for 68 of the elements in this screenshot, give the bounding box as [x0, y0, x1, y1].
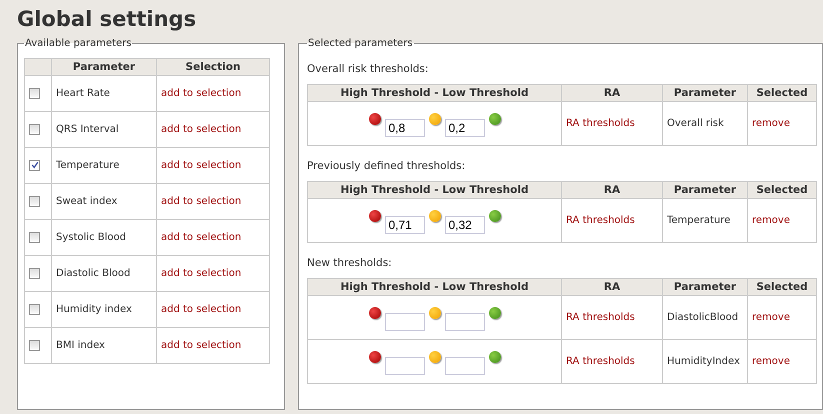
column-header: High Threshold - Low Threshold [308, 278, 562, 296]
checkbox[interactable] [29, 304, 40, 315]
column-header: RA [562, 278, 662, 296]
parameter-cell: Overall risk [662, 102, 748, 146]
column-header: High Threshold - Low Threshold [308, 182, 562, 198]
parameter-cell: Humidity index [52, 292, 156, 328]
ra-thresholds-link[interactable]: RA thresholds [566, 356, 635, 367]
high-threshold-field[interactable] [384, 357, 424, 375]
section-heading: Overall risk thresholds: [307, 63, 430, 75]
remove-link[interactable]: remove [752, 118, 790, 129]
section-heading: Previously defined thresholds: [307, 160, 466, 172]
ball-icon [428, 307, 440, 319]
column-header: Selected [748, 182, 816, 198]
high-threshold-field[interactable] [384, 313, 424, 331]
ball-icon [368, 351, 380, 363]
low-threshold-field[interactable]: 0,32 [444, 216, 484, 234]
ball-icon [428, 351, 440, 363]
parameter-cell: Temperature [52, 148, 156, 184]
panel-legend: Selected parameters [307, 38, 414, 49]
column-header: Parameter [662, 278, 748, 296]
ball-icon [488, 113, 500, 125]
high-threshold-field[interactable]: 0,8 [384, 119, 424, 137]
remove-link[interactable]: remove [752, 215, 790, 226]
ra-thresholds-link[interactable]: RA thresholds [566, 312, 635, 323]
parameter-cell: QRS Interval [52, 112, 156, 148]
checkbox[interactable] [29, 160, 40, 171]
low-threshold-field[interactable]: 0,2 [444, 119, 484, 137]
checkbox[interactable] [29, 340, 40, 351]
parameter-cell: DiastolicBlood [662, 296, 748, 340]
ball-icon [428, 210, 440, 222]
parameter-cell: Systolic Blood [52, 220, 156, 256]
ra-thresholds-link[interactable]: RA thresholds [566, 118, 635, 129]
column-header: Selection [156, 58, 270, 76]
column-header: Parameter [52, 58, 156, 76]
checkbox[interactable] [29, 196, 40, 207]
checkbox[interactable] [29, 88, 40, 99]
column-header: Parameter [662, 84, 748, 102]
parameter-cell: Sweat index [52, 184, 156, 220]
column-header: RA [562, 84, 662, 102]
column-header: RA [562, 182, 662, 198]
ball-icon [368, 210, 380, 222]
section-heading: New thresholds: [307, 257, 393, 269]
ball-icon [368, 113, 380, 125]
parameter-cell: Heart Rate [52, 76, 156, 112]
ball-icon [488, 307, 500, 319]
column-header: High Threshold - Low Threshold [308, 84, 562, 102]
column-header: Selected [748, 278, 816, 296]
low-threshold-field[interactable] [444, 357, 484, 375]
page-title: Global settings [17, 6, 198, 33]
ball-icon [428, 113, 440, 125]
column-header: Selected [748, 84, 816, 102]
parameter-cell: Temperature [662, 198, 748, 242]
panel-legend: Available parameters [24, 38, 132, 49]
high-threshold-field[interactable]: 0,71 [384, 216, 424, 234]
ball-icon [368, 307, 380, 319]
ball-icon [488, 351, 500, 363]
checkbox[interactable] [29, 232, 40, 243]
remove-link[interactable]: remove [752, 312, 790, 323]
remove-link[interactable]: remove [752, 356, 790, 367]
low-threshold-field[interactable] [444, 313, 484, 331]
ra-thresholds-link[interactable]: RA thresholds [566, 215, 635, 226]
checkbox[interactable] [29, 124, 40, 135]
column-header: Parameter [662, 182, 748, 198]
parameter-cell: BMI index [52, 328, 156, 364]
ball-icon [488, 210, 500, 222]
parameter-cell: HumidityIndex [662, 340, 748, 384]
checkbox[interactable] [29, 268, 40, 279]
parameter-cell: Diastolic Blood [52, 256, 156, 292]
